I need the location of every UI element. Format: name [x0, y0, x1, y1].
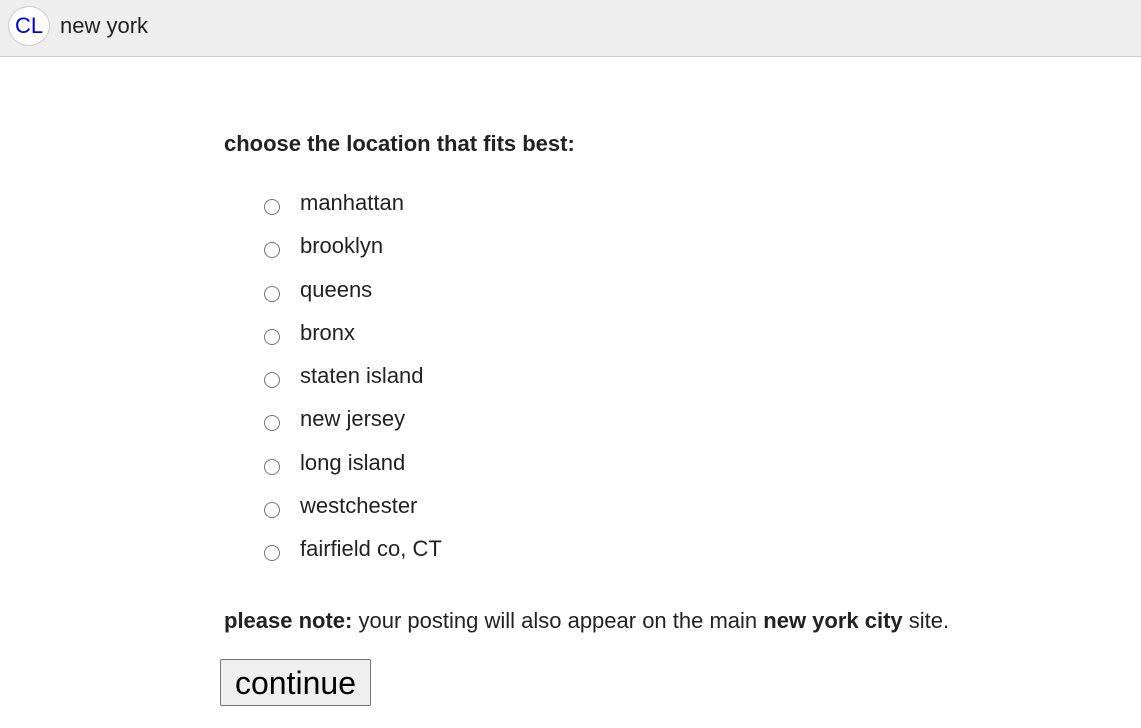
option-label[interactable]: westchester — [300, 491, 417, 521]
note-heading: please note: — [224, 608, 353, 633]
option-fairfield[interactable]: fairfield co, CT — [264, 534, 442, 577]
note-site: new york city — [763, 608, 903, 633]
option-label[interactable]: fairfield co, CT — [300, 534, 442, 564]
option-label[interactable]: bronx — [300, 318, 355, 348]
option-westchester[interactable]: westchester — [264, 491, 442, 534]
radio-button[interactable] — [264, 545, 280, 562]
option-bronx[interactable]: bronx — [264, 318, 442, 361]
option-label[interactable]: brooklyn — [300, 231, 383, 261]
top-bar: CL new york — [0, 0, 1141, 57]
radio-button[interactable] — [264, 285, 280, 302]
option-manhattan[interactable]: manhattan — [264, 188, 442, 231]
location-prompt: choose the location that fits best: — [224, 131, 575, 156]
posting-note: please note: your posting will also appe… — [224, 607, 949, 635]
radio-button[interactable] — [264, 242, 280, 259]
note-text: your posting will also appear on the mai… — [352, 608, 764, 633]
option-label[interactable]: manhattan — [300, 188, 404, 218]
option-new-jersey[interactable]: new jersey — [264, 404, 442, 447]
option-label[interactable]: queens — [300, 275, 372, 305]
option-long-island[interactable]: long island — [264, 448, 442, 491]
radio-button[interactable] — [264, 502, 280, 519]
radio-button[interactable] — [264, 415, 280, 432]
option-queens[interactable]: queens — [264, 275, 442, 318]
radio-button[interactable] — [264, 328, 280, 345]
option-label[interactable]: staten island — [300, 361, 424, 391]
craigslist-logo[interactable]: CL — [8, 6, 50, 46]
radio-button[interactable] — [264, 458, 280, 475]
option-label[interactable]: long island — [300, 448, 405, 478]
location-options: manhattan brooklyn queens bronx staten i… — [264, 188, 442, 578]
option-staten-island[interactable]: staten island — [264, 361, 442, 404]
site-name-link[interactable]: new york — [60, 12, 148, 40]
radio-button[interactable] — [264, 199, 280, 215]
radio-button[interactable] — [264, 372, 280, 389]
option-brooklyn[interactable]: brooklyn — [264, 231, 442, 274]
continue-button[interactable]: continue — [220, 659, 371, 706]
option-label[interactable]: new jersey — [300, 404, 405, 434]
note-end: site. — [902, 608, 950, 633]
